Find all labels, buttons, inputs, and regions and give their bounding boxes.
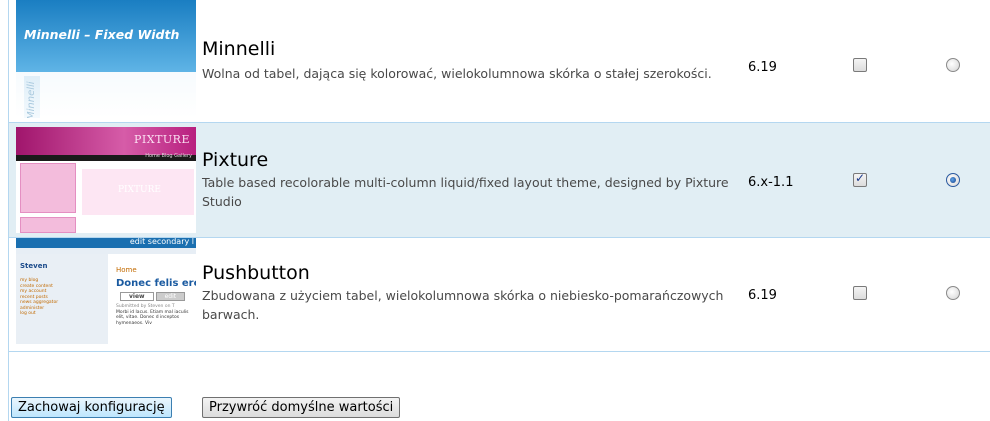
theme-screenshot-minnelli: Minnelli – Fixed Width Minnelli xyxy=(16,0,196,118)
theme-description: Zbudowana z użyciem tabel, wielokolumnow… xyxy=(202,288,724,322)
enabled-checkbox[interactable] xyxy=(853,286,867,300)
theme-name: Minnelli xyxy=(202,38,276,60)
screenshot-watermark: PIXTURE xyxy=(118,185,161,195)
theme-screenshot-pixture: PIXTURE Home Blog Gallery PIXTURE xyxy=(16,127,196,233)
screenshot-tabs: view edit xyxy=(120,292,187,301)
theme-screenshot-pushbutton: edit secondary l Steven my blog create c… xyxy=(16,238,196,344)
screenshot-node-title: Donec felis erc xyxy=(116,278,196,289)
theme-version: 6.19 xyxy=(748,288,777,303)
screenshot-side-text: Minnelli xyxy=(26,81,37,118)
screenshot-user: Steven xyxy=(20,262,48,270)
theme-description: Table based recolorable multi-column liq… xyxy=(202,175,729,209)
theme-description: Wolna od tabel, dająca się kolorować, wi… xyxy=(202,66,712,81)
default-radio[interactable] xyxy=(946,58,960,72)
theme-name: Pushbutton xyxy=(202,262,310,284)
screenshot-nav: Home Blog Gallery xyxy=(145,153,192,159)
screenshot-breadcrumb: Home xyxy=(116,266,137,274)
theme-name: Pixture xyxy=(202,149,269,171)
enabled-checkbox[interactable] xyxy=(853,58,867,72)
theme-row-pixture: PIXTURE Home Blog Gallery PIXTURE Pixtur… xyxy=(9,123,990,238)
screenshot-secondary-links: edit secondary l xyxy=(129,238,194,246)
default-radio[interactable] xyxy=(946,286,960,300)
theme-version: 6.x-1.1 xyxy=(748,175,794,190)
screenshot-header: PIXTURE xyxy=(134,133,190,146)
screenshot-menu: my blog create content my account recent… xyxy=(20,278,59,316)
reset-defaults-button[interactable]: Przywróć domyślne wartości xyxy=(202,397,401,418)
theme-row-pushbutton: edit secondary l Steven my blog create c… xyxy=(9,238,990,352)
theme-row-minnelli: Minnelli – Fixed Width Minnelli Minnelli… xyxy=(9,0,990,123)
screenshot-title: Minnelli – Fixed Width xyxy=(24,27,180,42)
theme-version: 6.19 xyxy=(748,60,777,75)
save-configuration-button[interactable]: Zachowaj konfigurację xyxy=(11,397,172,418)
screenshot-body: Submitted by Steven on T Morbi id lacus.… xyxy=(116,304,189,326)
default-radio[interactable] xyxy=(946,173,960,187)
enabled-checkbox[interactable] xyxy=(853,171,867,187)
